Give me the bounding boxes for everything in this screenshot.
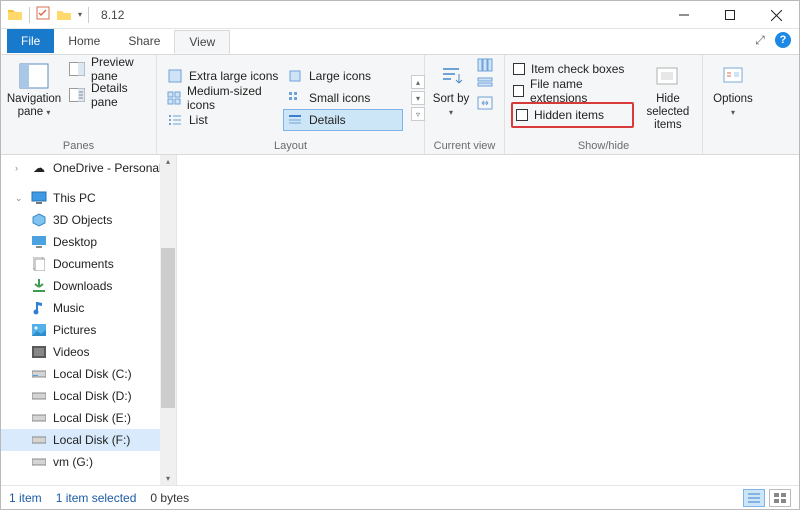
- help-icon[interactable]: ?: [775, 32, 791, 48]
- group-layout: Extra large icons Large icons Medium-siz…: [157, 55, 425, 154]
- documents-icon: [31, 256, 47, 272]
- nav-local-disk-d[interactable]: Local Disk (D:): [1, 385, 176, 407]
- group-current-view-label: Current view: [431, 138, 498, 152]
- maximize-button[interactable]: [707, 1, 753, 29]
- preview-pane-button[interactable]: Preview pane: [67, 58, 150, 80]
- cloud-icon: ☁: [31, 160, 47, 176]
- drive-icon: [31, 366, 47, 382]
- qat-newfolder-icon[interactable]: [56, 7, 72, 23]
- view-mode-thumbnails-button[interactable]: [769, 489, 791, 507]
- body: ›☁OneDrive - Personal ⌄This PC 3D Object…: [1, 155, 799, 485]
- status-item-count: 1 item: [9, 491, 42, 505]
- layout-expand-icon[interactable]: ▿: [411, 107, 425, 121]
- ribbon-tabs: File Home Share View ⤢ ?: [1, 29, 799, 55]
- cube-icon: [31, 212, 47, 228]
- videos-icon: [31, 344, 47, 360]
- drive-icon: [31, 388, 47, 404]
- details-pane-button[interactable]: Details pane: [67, 84, 150, 106]
- tab-home[interactable]: Home: [54, 29, 114, 53]
- close-button[interactable]: [753, 1, 799, 29]
- nav-documents[interactable]: Documents: [1, 253, 176, 275]
- desktop-icon: [31, 234, 47, 250]
- pictures-icon: [31, 322, 47, 338]
- group-panes-label: Panes: [7, 138, 150, 152]
- file-name-extensions[interactable]: File name extensions: [511, 80, 634, 102]
- status-selected: 1 item selected: [56, 491, 137, 505]
- window-title: 8.12: [101, 8, 124, 22]
- layout-scroll-up-icon[interactable]: ▴: [411, 75, 425, 89]
- status-size: 0 bytes: [150, 491, 189, 505]
- group-current-view: Sort by ▾ Current view: [425, 55, 505, 154]
- hidden-items[interactable]: Hidden items: [514, 104, 629, 126]
- navigation-pane[interactable]: ›☁OneDrive - Personal ⌄This PC 3D Object…: [1, 155, 177, 485]
- nav-3d-objects[interactable]: 3D Objects: [1, 209, 176, 231]
- navigation-pane-button[interactable]: Navigation pane ▾: [7, 58, 61, 119]
- group-show-hide-label: Show/hide: [511, 138, 696, 152]
- minimize-button[interactable]: [661, 1, 707, 29]
- nav-this-pc[interactable]: ⌄This PC: [1, 187, 176, 209]
- drive-icon: [31, 454, 47, 470]
- layout-scroll-down-icon[interactable]: ▾: [411, 91, 425, 105]
- nav-local-disk-e[interactable]: Local Disk (E:): [1, 407, 176, 429]
- nav-local-disk-f[interactable]: Local Disk (F:): [1, 429, 176, 451]
- nav-videos[interactable]: Videos: [1, 341, 176, 363]
- title-bar: ▾ 8.12: [1, 1, 799, 29]
- layout-gallery[interactable]: Extra large icons Large icons Medium-siz…: [163, 65, 403, 131]
- drive-icon: [31, 432, 47, 448]
- size-columns-icon[interactable]: [477, 96, 493, 113]
- checkbox-icon: [516, 109, 528, 121]
- hide-selected-items-button[interactable]: Hide selected items: [640, 58, 696, 132]
- group-layout-label: Layout: [163, 138, 418, 152]
- network-icon: [31, 484, 47, 485]
- view-mode-details-button[interactable]: [743, 489, 765, 507]
- nav-pictures[interactable]: Pictures: [1, 319, 176, 341]
- layout-medium-icons[interactable]: Medium-sized icons: [163, 87, 283, 109]
- qat-customize-icon[interactable]: ▾: [78, 10, 82, 19]
- group-by-icon[interactable]: [477, 77, 493, 94]
- layout-details[interactable]: Details: [283, 109, 403, 131]
- qat-properties-icon[interactable]: [36, 6, 50, 23]
- minimize-ribbon-icon[interactable]: ⤢: [753, 33, 767, 47]
- tab-share[interactable]: Share: [114, 29, 174, 53]
- options-button[interactable]: Options▾: [709, 58, 757, 119]
- nav-vm-g[interactable]: vm (G:): [1, 451, 176, 473]
- drive-icon: [31, 410, 47, 426]
- pc-icon: [31, 190, 47, 206]
- checkbox-icon: [513, 85, 524, 97]
- layout-large-icons[interactable]: Large icons: [283, 65, 403, 87]
- layout-small-icons[interactable]: Small icons: [283, 87, 403, 109]
- group-options: Options▾: [703, 55, 763, 154]
- music-icon: [31, 300, 47, 316]
- download-icon: [31, 278, 47, 294]
- scroll-up-icon[interactable]: ▴: [164, 155, 172, 168]
- nav-onedrive[interactable]: ›☁OneDrive - Personal: [1, 157, 176, 179]
- nav-local-disk-c[interactable]: Local Disk (C:): [1, 363, 176, 385]
- checkbox-icon: [513, 63, 525, 75]
- content-pane[interactable]: [177, 155, 799, 485]
- nav-network[interactable]: ›Network: [1, 481, 176, 485]
- layout-list[interactable]: List: [163, 109, 283, 131]
- add-columns-icon[interactable]: [477, 58, 493, 75]
- nav-music[interactable]: Music: [1, 297, 176, 319]
- nav-scrollbar[interactable]: ▴ ▾: [160, 155, 176, 485]
- group-panes: Navigation pane ▾ Preview pane Details p…: [1, 55, 157, 154]
- group-show-hide: Item check boxes File name extensions Hi…: [505, 55, 703, 154]
- scroll-down-icon[interactable]: ▾: [164, 472, 172, 485]
- tab-view[interactable]: View: [174, 30, 230, 54]
- nav-downloads[interactable]: Downloads: [1, 275, 176, 297]
- folder-icon: [7, 7, 23, 23]
- sort-by-button[interactable]: Sort by ▾: [431, 58, 471, 119]
- nav-desktop[interactable]: Desktop: [1, 231, 176, 253]
- ribbon-view: Navigation pane ▾ Preview pane Details p…: [1, 55, 799, 155]
- scroll-thumb[interactable]: [161, 248, 175, 408]
- tab-file[interactable]: File: [7, 29, 54, 53]
- status-bar: 1 item 1 item selected 0 bytes: [1, 485, 799, 509]
